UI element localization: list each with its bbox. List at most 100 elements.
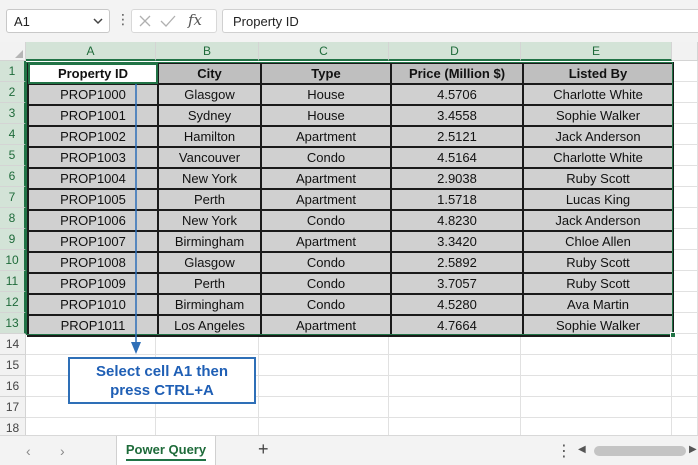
empty-cell[interactable] <box>521 397 672 418</box>
empty-cell[interactable] <box>259 376 389 397</box>
table-cell[interactable]: House <box>260 83 392 106</box>
empty-cell[interactable] <box>672 271 698 292</box>
table-cell[interactable]: Glasgow <box>157 251 262 274</box>
table-cell[interactable]: Apartment <box>260 230 392 253</box>
table-cell[interactable]: Ruby Scott <box>522 272 674 295</box>
table-cell[interactable]: Vancouver <box>157 146 262 169</box>
table-cell[interactable]: Sydney <box>157 104 262 127</box>
table-cell[interactable]: 4.5164 <box>390 146 524 169</box>
add-sheet-button[interactable]: + <box>258 439 269 460</box>
empty-cell[interactable] <box>672 313 698 334</box>
table-cell[interactable]: 2.9038 <box>390 167 524 190</box>
table-header-cell[interactable]: Listed By <box>522 62 674 85</box>
table-cell[interactable]: New York <box>157 209 262 232</box>
table-cell[interactable]: Apartment <box>260 314 392 337</box>
property-table[interactable]: Property ID City Type Price (Million $) … <box>27 62 674 337</box>
table-cell[interactable]: Sophie Walker <box>522 314 674 337</box>
fill-handle[interactable] <box>670 332 676 338</box>
row-header[interactable]: 4 <box>0 124 26 145</box>
table-cell[interactable]: Apartment <box>260 167 392 190</box>
row-header[interactable]: 10 <box>0 250 26 271</box>
empty-cell[interactable] <box>672 250 698 271</box>
empty-cell[interactable] <box>389 334 521 355</box>
row-header[interactable]: 16 <box>0 376 26 397</box>
table-cell[interactable]: 3.3420 <box>390 230 524 253</box>
table-cell[interactable]: Charlotte White <box>522 146 674 169</box>
empty-cell[interactable] <box>259 355 389 376</box>
empty-cell[interactable] <box>672 166 698 187</box>
formula-input[interactable]: Property ID <box>222 9 698 33</box>
table-cell[interactable]: Jack Anderson <box>522 209 674 232</box>
table-cell[interactable]: Jack Anderson <box>522 125 674 148</box>
row-header[interactable]: 15 <box>0 355 26 376</box>
row-header[interactable]: 12 <box>0 292 26 313</box>
table-cell[interactable]: Chloe Allen <box>522 230 674 253</box>
table-cell[interactable]: Apartment <box>260 188 392 211</box>
empty-cell[interactable] <box>672 376 698 397</box>
empty-cell[interactable] <box>672 229 698 250</box>
empty-cell[interactable] <box>521 376 672 397</box>
scroll-left-icon[interactable]: ◀ <box>578 444 586 455</box>
table-cell[interactable]: 1.5718 <box>390 188 524 211</box>
table-cell[interactable]: Birmingham <box>157 293 262 316</box>
scroll-right-icon[interactable]: ▶ <box>689 444 697 455</box>
table-cell[interactable]: Apartment <box>260 125 392 148</box>
table-cell[interactable]: Ruby Scott <box>522 251 674 274</box>
sheet-tab-power-query[interactable]: Power Query <box>116 436 216 465</box>
table-cell[interactable]: 2.5121 <box>390 125 524 148</box>
more-options-icon[interactable]: ⋮ <box>556 441 572 461</box>
table-cell[interactable]: Condo <box>260 251 392 274</box>
table-cell[interactable]: Sophie Walker <box>522 104 674 127</box>
table-cell[interactable]: Lucas King <box>522 188 674 211</box>
table-cell[interactable]: Condo <box>260 293 392 316</box>
chevron-down-icon[interactable] <box>92 15 104 30</box>
name-box[interactable]: A1 <box>6 9 110 33</box>
row-header[interactable]: 9 <box>0 229 26 250</box>
empty-cell[interactable] <box>259 397 389 418</box>
chevron-left-icon[interactable]: ‹ <box>26 443 31 459</box>
table-cell[interactable]: 3.7057 <box>390 272 524 295</box>
row-header[interactable]: 14 <box>0 334 26 355</box>
table-cell[interactable]: 3.4558 <box>390 104 524 127</box>
row-header[interactable]: 3 <box>0 103 26 124</box>
table-header-cell[interactable]: City <box>157 62 262 85</box>
row-header[interactable]: 11 <box>0 271 26 292</box>
table-cell[interactable]: 4.5280 <box>390 293 524 316</box>
column-header-c[interactable]: C <box>259 42 389 61</box>
row-header[interactable]: 5 <box>0 145 26 166</box>
empty-cell[interactable] <box>521 355 672 376</box>
row-header[interactable]: 8 <box>0 208 26 229</box>
empty-cell[interactable] <box>672 61 698 82</box>
table-header-cell[interactable]: Price (Million $) <box>390 62 524 85</box>
empty-cell[interactable] <box>672 103 698 124</box>
row-header[interactable]: 2 <box>0 82 26 103</box>
table-cell[interactable]: Condo <box>260 146 392 169</box>
table-cell[interactable]: Charlotte White <box>522 83 674 106</box>
cell-a1-header[interactable]: Property ID <box>27 62 159 85</box>
table-cell[interactable]: Birmingham <box>157 230 262 253</box>
row-header[interactable]: 6 <box>0 166 26 187</box>
select-all-button[interactable] <box>0 42 26 61</box>
table-cell[interactable]: Condo <box>260 209 392 232</box>
table-cell[interactable]: Ruby Scott <box>522 167 674 190</box>
table-cell[interactable]: 4.5706 <box>390 83 524 106</box>
empty-cell[interactable] <box>672 355 698 376</box>
empty-cell[interactable] <box>389 376 521 397</box>
empty-cell[interactable] <box>259 334 389 355</box>
empty-cell[interactable] <box>672 292 698 313</box>
enter-icon[interactable] <box>160 14 176 33</box>
empty-cell[interactable] <box>156 334 259 355</box>
empty-cell[interactable] <box>672 187 698 208</box>
empty-cell[interactable] <box>672 397 698 418</box>
empty-cell[interactable] <box>389 355 521 376</box>
column-header-a[interactable]: A <box>26 42 156 61</box>
row-header[interactable]: 7 <box>0 187 26 208</box>
horizontal-scrollbar[interactable] <box>594 446 686 456</box>
row-header[interactable]: 1 <box>0 61 26 82</box>
row-header[interactable]: 17 <box>0 397 26 418</box>
empty-cell[interactable] <box>389 397 521 418</box>
cancel-icon[interactable] <box>138 14 152 33</box>
insert-function-icon[interactable]: fx <box>188 11 202 29</box>
table-cell[interactable]: Condo <box>260 272 392 295</box>
table-cell[interactable]: Perth <box>157 188 262 211</box>
